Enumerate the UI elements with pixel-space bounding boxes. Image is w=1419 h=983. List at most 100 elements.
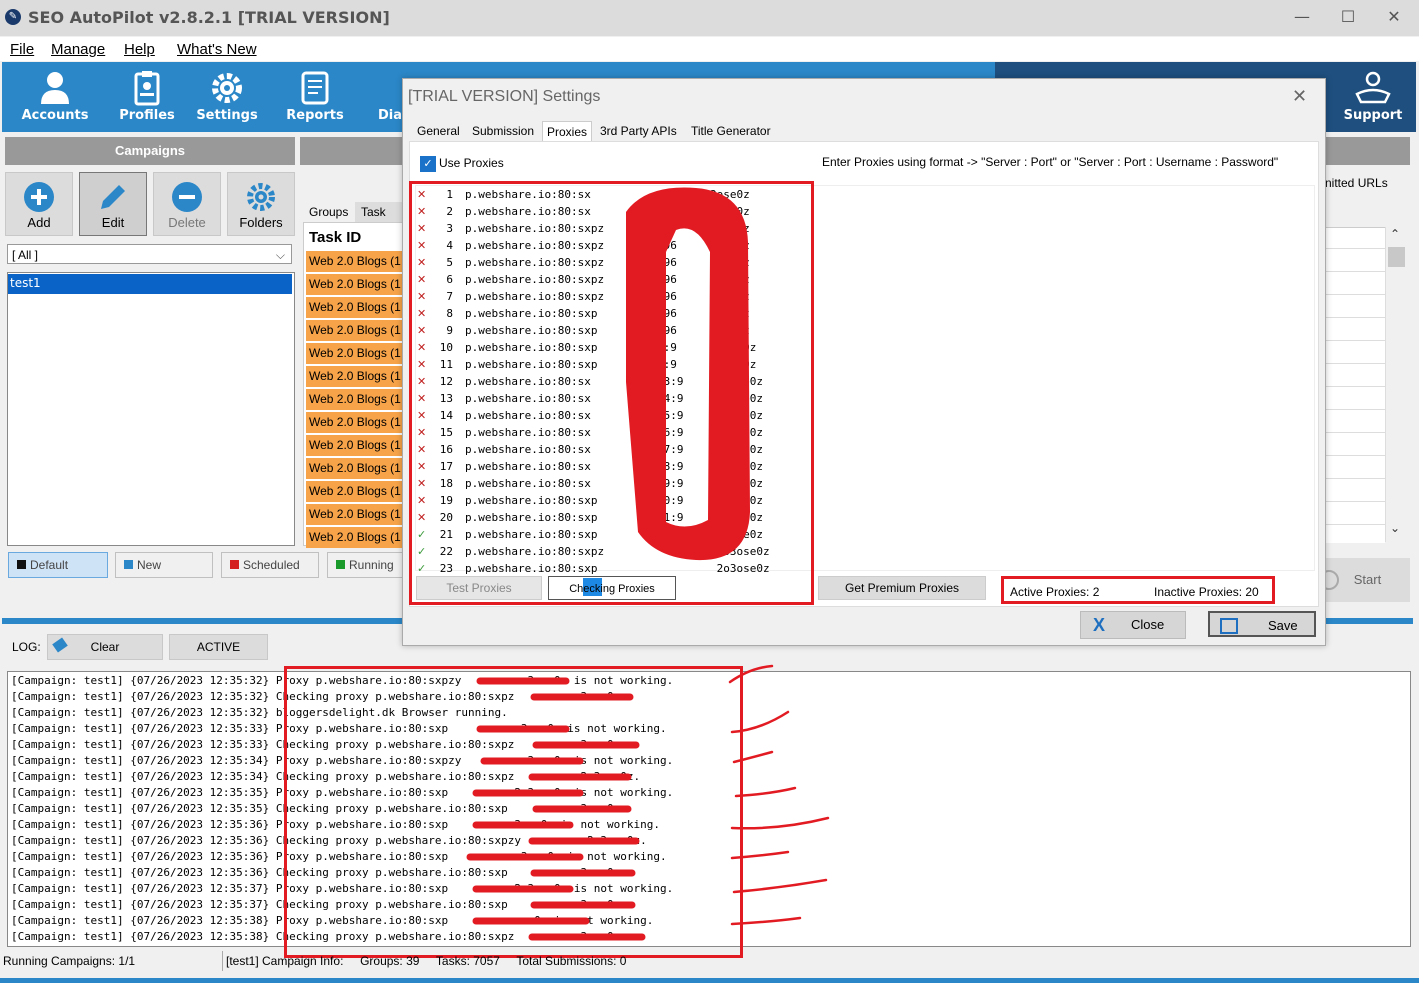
accounts-button[interactable]: Accounts [15,68,95,130]
menu-manage[interactable]: Manage [51,41,105,58]
task-row[interactable]: Web 2.0 Blogs (1 [306,343,404,364]
tab-submission[interactable]: Submission [468,121,538,141]
task-row[interactable]: Web 2.0 Blogs (1 [306,412,404,433]
task-row[interactable]: Web 2.0 Blogs (1 [306,481,404,502]
chevron-down-icon: ⌵ [275,248,285,262]
dialog-close-icon[interactable]: ✕ [1292,86,1307,107]
log-redaction-marks [466,664,830,941]
campaign-filter-select[interactable]: [ All ] ⌵ [7,244,292,264]
bottom-accent-line [0,978,1419,983]
campaign-list[interactable] [7,272,295,546]
tab-new[interactable]: New [115,552,213,578]
start-button[interactable]: Start [1319,558,1410,602]
urls-row-divider [1325,524,1385,525]
menu-file[interactable]: File [10,41,34,58]
active-proxies-count: Active Proxies: 2 [1010,585,1100,599]
urls-row-divider [1325,478,1385,479]
menu-whats-new[interactable]: What's New [177,41,257,58]
tab-general[interactable]: General [413,121,464,141]
urls-row-divider [1325,409,1385,410]
tab-task-details[interactable]: Task De [355,202,402,222]
status-divider [222,951,223,971]
maximize-button[interactable]: ☐ [1334,6,1362,28]
urls-row-divider [1325,363,1385,364]
task-row[interactable]: Web 2.0 Blogs (1 [306,389,404,410]
urls-scrollbar[interactable]: ⌃ ⌄ [1385,227,1408,542]
checking-proxies-button[interactable]: Checking Proxies [548,576,676,600]
report-icon [301,71,329,105]
scroll-thumb[interactable] [1388,247,1405,267]
tab-groups[interactable]: Groups [309,202,348,222]
running-status-icon [336,560,345,569]
task-row[interactable]: Web 2.0 Blogs (1 [306,504,404,525]
scroll-up-icon[interactable]: ⌃ [1390,227,1400,241]
task-row[interactable]: Web 2.0 Blogs (1 [306,297,404,318]
campaign-item[interactable]: test1 [8,274,292,294]
task-row[interactable]: Web 2.0 Blogs (1 [306,435,404,456]
urls-row-divider [1325,455,1385,456]
urls-list [1325,227,1385,543]
dialog-close-button[interactable]: X Close [1080,611,1186,639]
reports-button[interactable]: Reports [275,68,355,130]
urls-row-divider [1325,317,1385,318]
tab-title-generator[interactable]: Title Generator [687,121,775,141]
settings-button[interactable]: Settings [187,68,267,130]
test-proxies-button[interactable]: Test Proxies [416,576,542,600]
task-row[interactable]: Web 2.0 Blogs (1 [306,251,404,272]
minimize-button[interactable]: — [1288,6,1316,28]
task-id-header: Task ID [309,229,362,246]
log-label: LOG: [12,640,41,654]
dialog-save-button[interactable]: Save [1208,611,1316,637]
folders-button[interactable]: Folders [227,172,295,236]
support-button[interactable]: Support [1333,68,1413,130]
window-title: SEO AutoPilot v2.8.2.1 [TRIAL VERSION] [28,8,390,27]
task-row[interactable]: Web 2.0 Blogs (1 [306,527,404,548]
close-button[interactable]: ✕ [1380,6,1408,28]
urls-row-divider [1325,271,1385,272]
tab-3rd-party-apis[interactable]: 3rd Party APIs [596,121,681,141]
scheduled-status-icon [230,560,239,569]
minus-icon [172,182,202,212]
urls-header [1325,137,1410,165]
use-proxies-checkbox[interactable]: ✓ [420,156,436,172]
proxy-counts-box: Active Proxies: 2 Inactive Proxies: 20 [1001,576,1275,604]
diagnostics-button[interactable]: Diag [355,68,403,130]
active-log-button[interactable]: ACTIVE [169,634,268,660]
clear-log-button[interactable]: Clear [47,634,163,660]
campaign-info-status: [test1] Campaign Info: Groups: 39 Tasks:… [226,954,627,968]
urls-row-divider [1325,340,1385,341]
new-status-icon [124,560,133,569]
x-icon: X [1093,615,1106,635]
app-logo-icon: ✎ [5,9,21,25]
tab-default[interactable]: Default [8,552,108,578]
get-premium-proxies-button[interactable]: Get Premium Proxies [818,576,986,600]
edit-campaign-button[interactable]: Edit [79,172,147,236]
default-status-icon [17,560,26,569]
task-row[interactable]: Web 2.0 Blogs (1 [306,320,404,341]
task-row[interactable]: Web 2.0 Blogs (1 [306,458,404,479]
scroll-down-icon[interactable]: ⌄ [1390,521,1400,535]
proxy-format-hint: Enter Proxies using format -> "Server : … [822,155,1279,169]
task-row[interactable]: Web 2.0 Blogs (1 [306,366,404,387]
use-proxies-label: Use Proxies [439,156,504,170]
add-campaign-button[interactable]: Add [5,172,73,236]
running-campaigns-status: Running Campaigns: 1/1 [3,954,136,968]
urls-row-divider [1325,386,1385,387]
campaigns-header: Campaigns [5,137,295,165]
clipboard-icon [134,71,160,106]
delete-campaign-button[interactable]: Delete [153,172,221,236]
tab-running[interactable]: Running [327,552,405,578]
user-icon [41,72,69,104]
submitted-urls-label: nitted URLs [1325,176,1388,190]
eraser-icon [52,637,68,653]
profiles-button[interactable]: Profiles [107,68,187,130]
tab-scheduled[interactable]: Scheduled [221,552,319,578]
groups-header [300,137,410,165]
menu-help[interactable]: Help [124,41,155,58]
task-row[interactable]: Web 2.0 Blogs (1 [306,274,404,295]
pencil-icon [101,185,125,209]
gear-icon [247,183,275,211]
tab-proxies[interactable]: Proxies [542,121,593,142]
status-bar: Running Campaigns: 1/1 [test1] Campaign … [0,951,1419,971]
gear-icon [212,73,242,103]
